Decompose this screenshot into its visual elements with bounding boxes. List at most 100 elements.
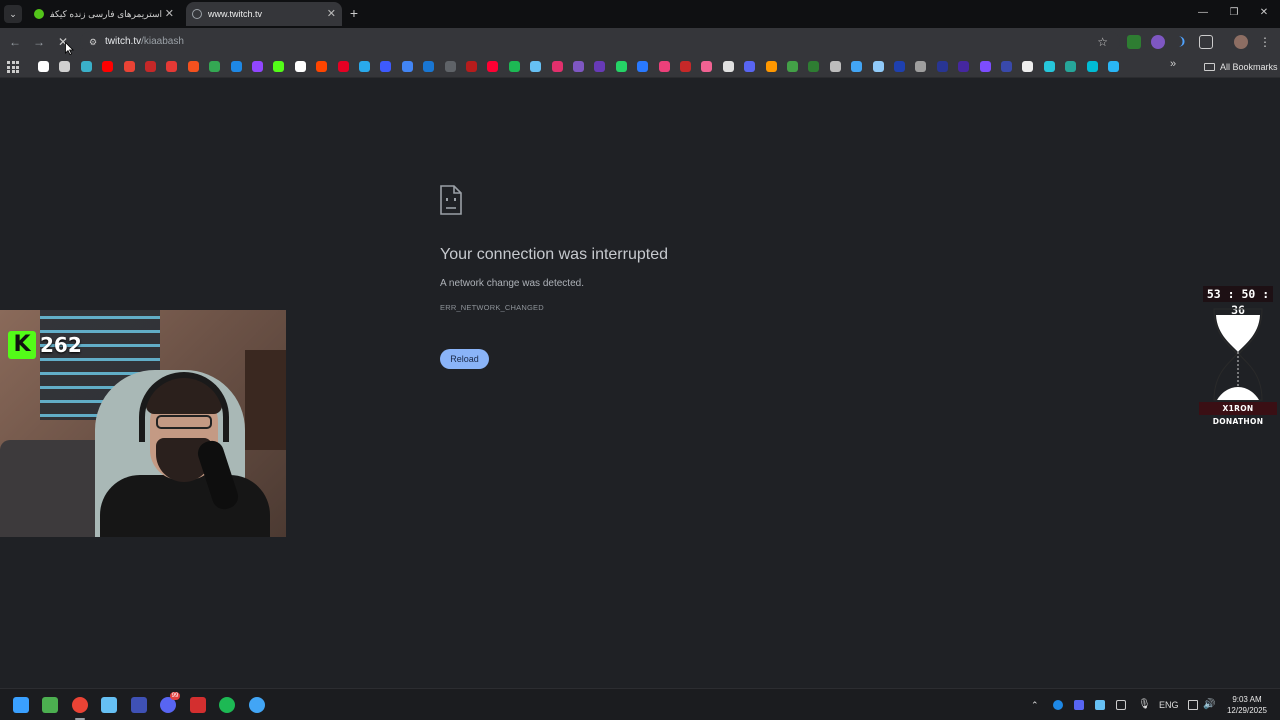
chatgpt-icon[interactable] [59, 61, 70, 72]
translate-icon[interactable] [402, 61, 413, 72]
volume-icon[interactable]: 🔊 [1203, 689, 1215, 720]
steam-icon[interactable] [101, 697, 117, 713]
pinterest-icon[interactable] [338, 61, 349, 72]
close-icon[interactable]: ✕ [327, 2, 336, 26]
gmail-icon[interactable] [124, 61, 135, 72]
all-bookmarks-button[interactable]: All Bookmarks [1204, 56, 1278, 78]
tray-app-icon[interactable] [1053, 700, 1063, 710]
tab-twitch[interactable]: www.twitch.tv ✕ [186, 2, 342, 26]
globe-icon[interactable] [830, 61, 841, 72]
red-bar-icon[interactable] [680, 61, 691, 72]
chart-app-icon[interactable] [131, 697, 147, 713]
extensions-puzzle-icon[interactable] [1199, 35, 1213, 49]
kick-x-icon[interactable] [190, 697, 206, 713]
pink-icon[interactable] [659, 61, 670, 72]
cross-icon[interactable] [1044, 61, 1055, 72]
extension-purple-icon[interactable] [1151, 35, 1165, 49]
telegram-icon[interactable] [359, 61, 370, 72]
apps-grid-icon[interactable] [7, 61, 19, 73]
reddit-icon[interactable] [316, 61, 327, 72]
tv-icon[interactable] [1022, 61, 1033, 72]
edge-icon[interactable] [81, 61, 92, 72]
minimize-button[interactable]: — [1193, 4, 1213, 22]
folder-icon [1204, 63, 1215, 71]
tray-sync-icon[interactable] [1116, 700, 1126, 710]
windows-start-icon[interactable] [13, 697, 29, 713]
new-tab-button[interactable]: + [346, 4, 362, 22]
microphone-icon[interactable]: 🎙 [1138, 689, 1151, 720]
red-app-icon[interactable] [145, 61, 156, 72]
site-info-icon[interactable]: ⚙ [86, 35, 100, 49]
spotify-icon[interactable] [219, 697, 235, 713]
youtube-music-icon[interactable] [487, 61, 498, 72]
red-circle-icon[interactable] [166, 61, 177, 72]
browser-globe-icon[interactable] [249, 697, 265, 713]
close-window-button[interactable]: ✕ [1254, 4, 1274, 22]
anchor-icon[interactable] [380, 61, 391, 72]
task-manager-icon[interactable] [42, 697, 58, 713]
shield-icon[interactable] [980, 61, 991, 72]
triangle-icon[interactable] [873, 61, 884, 72]
forward-button[interactable]: → [30, 33, 48, 51]
tab-title: استریمرهای فارسی زنده کیکفا و تی [50, 9, 162, 19]
purple-icon[interactable] [573, 61, 584, 72]
instagram-icon[interactable] [552, 61, 563, 72]
dark-red-icon[interactable] [466, 61, 477, 72]
play-icon[interactable] [1001, 61, 1012, 72]
purple-circle-icon[interactable] [958, 61, 969, 72]
address-bar[interactable]: ⚙ twitch.tv/kiaabash ☆ [80, 31, 1120, 53]
show-hidden-icons-chevron[interactable]: ⌃ [1031, 689, 1039, 720]
steam-icon[interactable] [530, 61, 541, 72]
viewer-count: 262 [40, 333, 82, 357]
blue-bar-icon[interactable] [894, 61, 905, 72]
green-tree-icon[interactable] [1065, 61, 1076, 72]
blue-app-icon[interactable] [231, 61, 242, 72]
screen: ⌄ استریمرهای فارسی زنده کیکفا و تی ✕ www… [0, 0, 1280, 720]
google-icon[interactable] [38, 61, 49, 72]
circle-icon[interactable] [915, 61, 926, 72]
whatsapp-icon[interactable] [616, 61, 627, 72]
blue-leaf-icon[interactable] [937, 61, 948, 72]
language-indicator[interactable]: ENG [1159, 689, 1179, 720]
chrome-icon[interactable] [72, 697, 88, 713]
spotify-icon[interactable] [509, 61, 520, 72]
bookmark-star-icon[interactable]: ☆ [1097, 31, 1108, 53]
extension-sound-icon[interactable]: ❩ [1175, 35, 1189, 49]
browser-menu-button[interactable]: ⋮ [1258, 33, 1272, 51]
kick-icon[interactable] [273, 61, 284, 72]
extension-green-icon[interactable] [1127, 35, 1141, 49]
infinity-icon[interactable] [851, 61, 862, 72]
close-icon[interactable]: ✕ [165, 2, 174, 26]
tab-search-button[interactable]: ⌄ [4, 5, 22, 23]
drive-icon[interactable] [209, 61, 220, 72]
green-plus-icon[interactable] [787, 61, 798, 72]
tray-steam-icon[interactable] [1095, 700, 1105, 710]
profile-avatar[interactable] [1234, 35, 1248, 49]
restore-button[interactable]: ❐ [1224, 4, 1244, 22]
green-plus-2-icon[interactable] [808, 61, 819, 72]
x-icon[interactable] [295, 61, 306, 72]
network-icon[interactable] [1188, 700, 1198, 710]
red-lines-icon[interactable] [188, 61, 199, 72]
youtube-icon[interactable] [102, 61, 113, 72]
target-icon[interactable] [1087, 61, 1098, 72]
blue-feather-icon[interactable] [637, 61, 648, 72]
back-button[interactable]: ← [6, 33, 24, 51]
blue-square-icon[interactable] [423, 61, 434, 72]
taskbar-clock[interactable]: 9:03 AM 12/29/2025 [1222, 694, 1272, 716]
ghost-icon[interactable] [723, 61, 734, 72]
url-text[interactable]: twitch.tv/kiaabash [105, 31, 184, 53]
more-bookmarks-chevron-icon[interactable]: » [1170, 58, 1176, 70]
r-icon[interactable] [594, 61, 605, 72]
tray-discord-icon[interactable] [1074, 700, 1084, 710]
gray-square-icon[interactable] [445, 61, 456, 72]
reload-button[interactable]: Reload [440, 349, 489, 369]
orange-b-icon[interactable] [766, 61, 777, 72]
discord-icon[interactable] [744, 61, 755, 72]
pink-grid-icon[interactable] [701, 61, 712, 72]
twitch-icon[interactable] [252, 61, 263, 72]
tab-kickfa[interactable]: استریمرهای فارسی زنده کیکفا و تی ✕ [28, 2, 180, 26]
notification-badge: 99 [170, 692, 180, 700]
function-icon[interactable] [1108, 61, 1119, 72]
error-message: A network change was detected. [440, 278, 584, 289]
